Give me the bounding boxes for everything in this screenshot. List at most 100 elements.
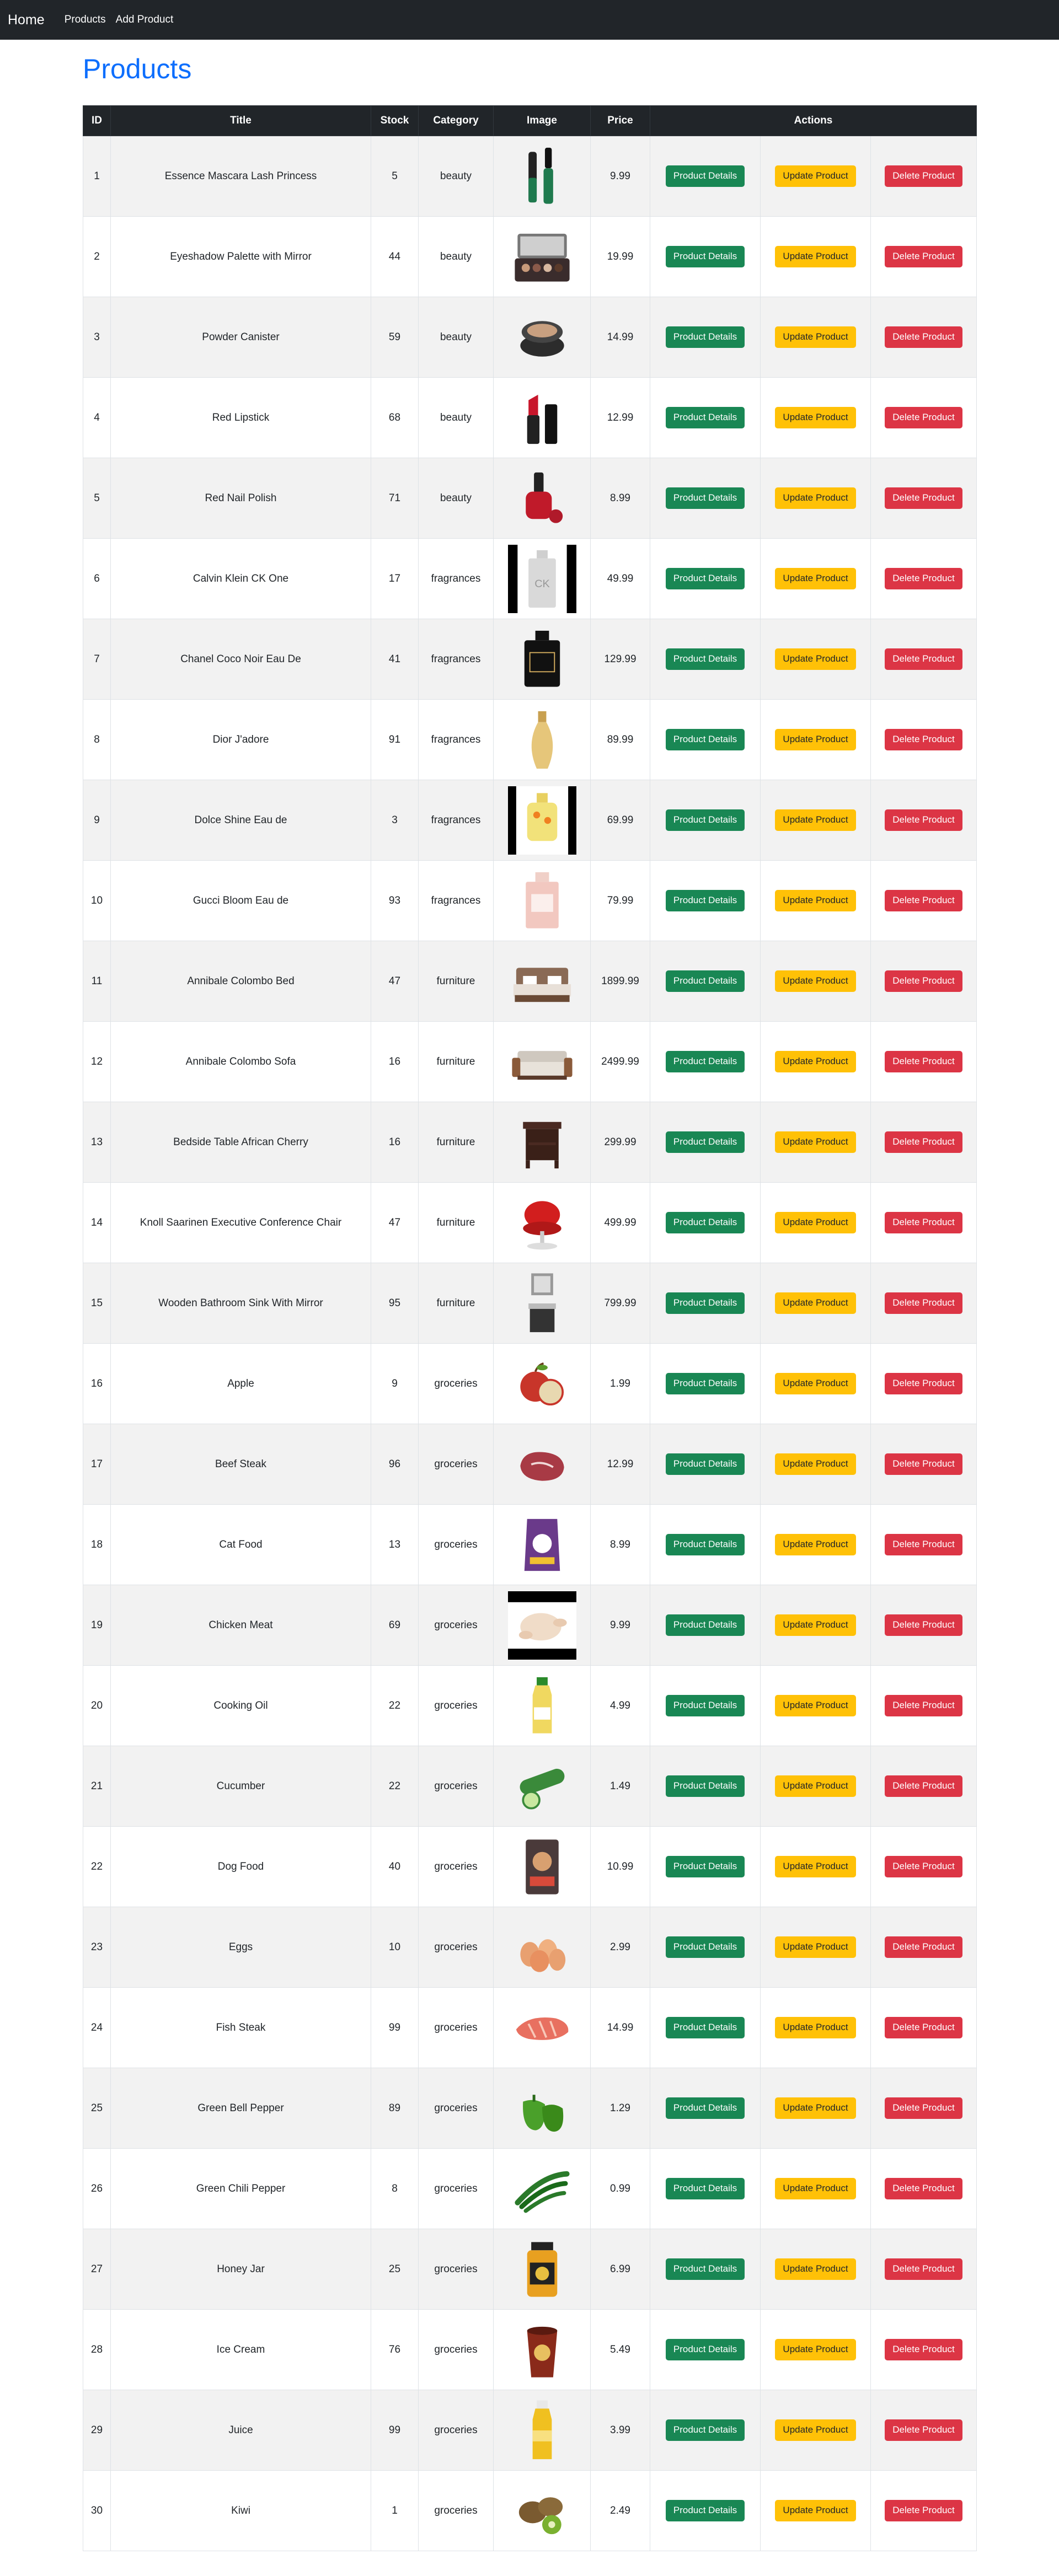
product-details-button[interactable]: Product Details	[665, 407, 745, 428]
delete-product-button[interactable]: Delete Product	[885, 970, 962, 992]
product-stock: 76	[371, 2309, 419, 2390]
product-details-button[interactable]: Product Details	[665, 246, 745, 267]
product-details-button[interactable]: Product Details	[665, 1131, 745, 1153]
table-row: 10 Gucci Bloom Eau de 93 fragrances 79.99 Pro…	[83, 860, 977, 941]
update-product-button[interactable]: Update Product	[775, 165, 856, 187]
product-details-button[interactable]: Product Details	[665, 648, 745, 670]
update-product-button[interactable]: Update Product	[775, 2500, 856, 2521]
update-product-button[interactable]: Update Product	[775, 2097, 856, 2119]
update-product-button[interactable]: Update Product	[775, 1936, 856, 1958]
delete-product-button[interactable]: Delete Product	[885, 2097, 962, 2119]
delete-product-button[interactable]: Delete Product	[885, 1936, 962, 1958]
product-details-button[interactable]: Product Details	[665, 568, 745, 589]
product-id: 18	[83, 1504, 111, 1585]
update-product-button[interactable]: Update Product	[775, 648, 856, 670]
product-details-button[interactable]: Product Details	[665, 809, 745, 831]
product-details-button[interactable]: Product Details	[665, 2017, 745, 2038]
update-product-button[interactable]: Update Product	[775, 2419, 856, 2441]
add-product-link[interactable]: Add Product	[116, 14, 174, 26]
update-product-button[interactable]: Update Product	[775, 1614, 856, 1636]
product-details-button[interactable]: Product Details	[665, 487, 745, 509]
delete-product-button[interactable]: Delete Product	[885, 487, 962, 509]
update-product-button[interactable]: Update Product	[775, 1212, 856, 1233]
product-details-button[interactable]: Product Details	[665, 970, 745, 992]
delete-product-button[interactable]: Delete Product	[885, 2339, 962, 2360]
product-details-button[interactable]: Product Details	[665, 2178, 745, 2199]
product-details-button[interactable]: Product Details	[665, 1212, 745, 1233]
delete-product-button[interactable]: Delete Product	[885, 890, 962, 911]
product-details-button[interactable]: Product Details	[665, 1453, 745, 1475]
product-details-button[interactable]: Product Details	[665, 1775, 745, 1797]
update-product-button[interactable]: Update Product	[775, 487, 856, 509]
delete-product-button[interactable]: Delete Product	[885, 648, 962, 670]
update-product-button[interactable]: Update Product	[775, 1856, 856, 1877]
delete-product-button[interactable]: Delete Product	[885, 1453, 962, 1475]
product-details-button[interactable]: Product Details	[665, 1856, 745, 1877]
product-details-button[interactable]: Product Details	[665, 2339, 745, 2360]
product-details-button[interactable]: Product Details	[665, 890, 745, 911]
delete-product-button[interactable]: Delete Product	[885, 1775, 962, 1797]
product-details-button[interactable]: Product Details	[665, 2258, 745, 2280]
delete-product-button[interactable]: Delete Product	[885, 1614, 962, 1636]
product-details-button[interactable]: Product Details	[665, 1614, 745, 1636]
delete-product-button[interactable]: Delete Product	[885, 1212, 962, 1233]
delete-product-button[interactable]: Delete Product	[885, 407, 962, 428]
delete-product-button[interactable]: Delete Product	[885, 729, 962, 750]
delete-product-button[interactable]: Delete Product	[885, 326, 962, 348]
product-details-button[interactable]: Product Details	[665, 2419, 745, 2441]
update-product-button[interactable]: Update Product	[775, 407, 856, 428]
product-details-button[interactable]: Product Details	[665, 1936, 745, 1958]
product-details-button[interactable]: Product Details	[665, 1051, 745, 1072]
delete-product-button[interactable]: Delete Product	[885, 1534, 962, 1555]
update-product-button[interactable]: Update Product	[775, 2178, 856, 2199]
update-product-button[interactable]: Update Product	[775, 246, 856, 267]
delete-product-button[interactable]: Delete Product	[885, 1051, 962, 1072]
product-details-button[interactable]: Product Details	[665, 1373, 745, 1394]
update-product-button[interactable]: Update Product	[775, 1292, 856, 1314]
update-product-button[interactable]: Update Product	[775, 1131, 856, 1153]
delete-product-button-cell: Delete Product	[870, 216, 977, 297]
update-product-button[interactable]: Update Product	[775, 1051, 856, 1072]
update-product-button[interactable]: Update Product	[775, 2258, 856, 2280]
product-details-button[interactable]: Product Details	[665, 326, 745, 348]
product-details-button[interactable]: Product Details	[665, 2500, 745, 2521]
update-product-button[interactable]: Update Product	[775, 326, 856, 348]
delete-product-button[interactable]: Delete Product	[885, 1373, 962, 1394]
update-product-button[interactable]: Update Product	[775, 1695, 856, 1716]
delete-product-button[interactable]: Delete Product	[885, 1856, 962, 1877]
delete-product-button[interactable]: Delete Product	[885, 165, 962, 187]
home-link[interactable]: Home	[8, 12, 45, 28]
update-product-button[interactable]: Update Product	[775, 1453, 856, 1475]
delete-product-button[interactable]: Delete Product	[885, 2017, 962, 2038]
delete-product-button[interactable]: Delete Product	[885, 2419, 962, 2441]
update-product-button[interactable]: Update Product	[775, 1373, 856, 1394]
update-product-button[interactable]: Update Product	[775, 2017, 856, 2038]
update-product-button[interactable]: Update Product	[775, 1534, 856, 1555]
update-product-button[interactable]: Update Product	[775, 729, 856, 750]
update-product-button[interactable]: Update Product	[775, 970, 856, 992]
dior-bottle-icon	[508, 706, 576, 774]
delete-product-button[interactable]: Delete Product	[885, 2500, 962, 2521]
update-product-button[interactable]: Update Product	[775, 1775, 856, 1797]
product-details-button[interactable]: Product Details	[665, 1695, 745, 1716]
product-details-button[interactable]: Product Details	[665, 1292, 745, 1314]
delete-product-button[interactable]: Delete Product	[885, 809, 962, 831]
product-details-button[interactable]: Product Details	[665, 2097, 745, 2119]
delete-product-button[interactable]: Delete Product	[885, 1131, 962, 1153]
table-row: 18 Cat Food 13 groceries 8.99 Product Details…	[83, 1504, 977, 1585]
update-product-button[interactable]: Update Product	[775, 2339, 856, 2360]
delete-product-button[interactable]: Delete Product	[885, 1695, 962, 1716]
update-product-button[interactable]: Update Product	[775, 809, 856, 831]
update-product-button[interactable]: Update Product	[775, 890, 856, 911]
product-details-button[interactable]: Product Details	[665, 729, 745, 750]
delete-product-button[interactable]: Delete Product	[885, 568, 962, 589]
delete-product-button[interactable]: Delete Product	[885, 2258, 962, 2280]
product-details-button-cell: Product Details	[650, 216, 761, 297]
product-details-button[interactable]: Product Details	[665, 165, 745, 187]
delete-product-button[interactable]: Delete Product	[885, 2178, 962, 2199]
product-details-button[interactable]: Product Details	[665, 1534, 745, 1555]
products-link[interactable]: Products	[65, 14, 106, 26]
update-product-button[interactable]: Update Product	[775, 568, 856, 589]
delete-product-button[interactable]: Delete Product	[885, 1292, 962, 1314]
delete-product-button[interactable]: Delete Product	[885, 246, 962, 267]
